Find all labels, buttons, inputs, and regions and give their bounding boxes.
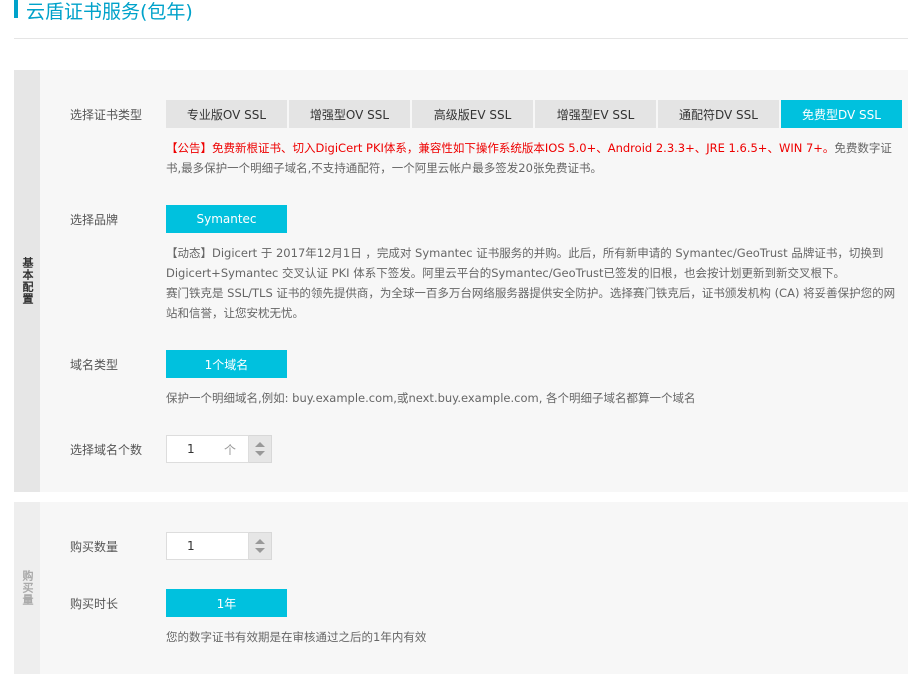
basic-config-side: 基本配置: [14, 70, 40, 492]
cert-type-notice: 【公告】免费新根证书、切入DigiCert PKI体系，兼容性如下操作系统版本I…: [166, 138, 900, 178]
domain-type-single-button[interactable]: 1个域名: [166, 350, 287, 378]
brand-note-dynamic: 【动态】Digicert 于 2017年12月1日 ，完成对 Symantec …: [166, 246, 884, 280]
title-accent-bar: [14, 0, 18, 18]
tab-free-dv-ssl[interactable]: 免费型DV SSL: [781, 100, 902, 128]
duration-note: 您的数字证书有效期是在审核通过之后的1年内有效: [166, 630, 427, 644]
page-title: 云盾证书服务(包年): [26, 1, 193, 23]
domain-count-stepper: 1 个: [166, 435, 272, 463]
domain-type-note: 保护一个明细域名,例如: buy.example.com,或next.buy.e…: [166, 391, 696, 405]
domain-count-arrows: [249, 435, 272, 463]
duration-label: 购买时长: [70, 597, 119, 611]
increment-icon[interactable]: [255, 442, 265, 447]
brand-note: 【动态】Digicert 于 2017年12月1日 ，完成对 Symantec …: [166, 243, 900, 323]
domain-count-input[interactable]: 1 个: [166, 435, 249, 463]
cert-type-notice-red: 【公告】免费新根证书、切入DigiCert PKI体系，兼容性如下操作系统版本I…: [166, 141, 835, 155]
basic-config-side-label: 基本配置: [21, 257, 34, 305]
purchase-section: 购买量 购买数量 1 购买时长 1年 您的数字证书有效期是在审核通过之后的1年内…: [14, 502, 908, 674]
basic-config-section: 基本配置 选择证书类型 专业版OV SSL 增强型OV SSL 高级版EV SS…: [14, 70, 908, 492]
domain-count-value: 1: [187, 442, 195, 456]
tab-wildcard-dv-ssl[interactable]: 通配符DV SSL: [658, 100, 779, 128]
tab-enhanced-ov-ssl[interactable]: 增强型OV SSL: [289, 100, 410, 128]
brand-note-symantec: 赛门铁克是 SSL/TLS 证书的领先提供商，为全球一百多万台网络服务器提供安全…: [166, 286, 896, 320]
quantity-arrows: [249, 532, 272, 560]
duration-1-year-button[interactable]: 1年: [166, 589, 287, 617]
cert-type-label: 选择证书类型: [70, 108, 143, 122]
domain-count-unit: 个: [223, 442, 236, 457]
decrement-icon[interactable]: [255, 548, 265, 553]
quantity-label: 购买数量: [70, 540, 119, 554]
purchase-side: 购买量: [14, 502, 40, 674]
quantity-value: 1: [187, 539, 195, 553]
quantity-input[interactable]: 1: [166, 532, 249, 560]
decrement-icon[interactable]: [255, 451, 265, 456]
tab-enhanced-ev-ssl[interactable]: 增强型EV SSL: [535, 100, 656, 128]
purchase-side-label: 购买量: [21, 570, 34, 606]
brand-label: 选择品牌: [70, 213, 119, 227]
tab-advanced-ev-ssl[interactable]: 高级版EV SSL: [412, 100, 533, 128]
quantity-stepper: 1: [166, 532, 272, 560]
brand-symantec-button[interactable]: Symantec: [166, 205, 287, 233]
page-header: 云盾证书服务(包年): [14, 0, 908, 39]
domain-type-label: 域名类型: [70, 358, 119, 372]
tab-pro-ov-ssl[interactable]: 专业版OV SSL: [166, 100, 287, 128]
increment-icon[interactable]: [255, 539, 265, 544]
domain-count-label: 选择域名个数: [70, 443, 143, 457]
cert-type-tabs: 专业版OV SSL 增强型OV SSL 高级版EV SSL 增强型EV SSL …: [166, 100, 902, 128]
